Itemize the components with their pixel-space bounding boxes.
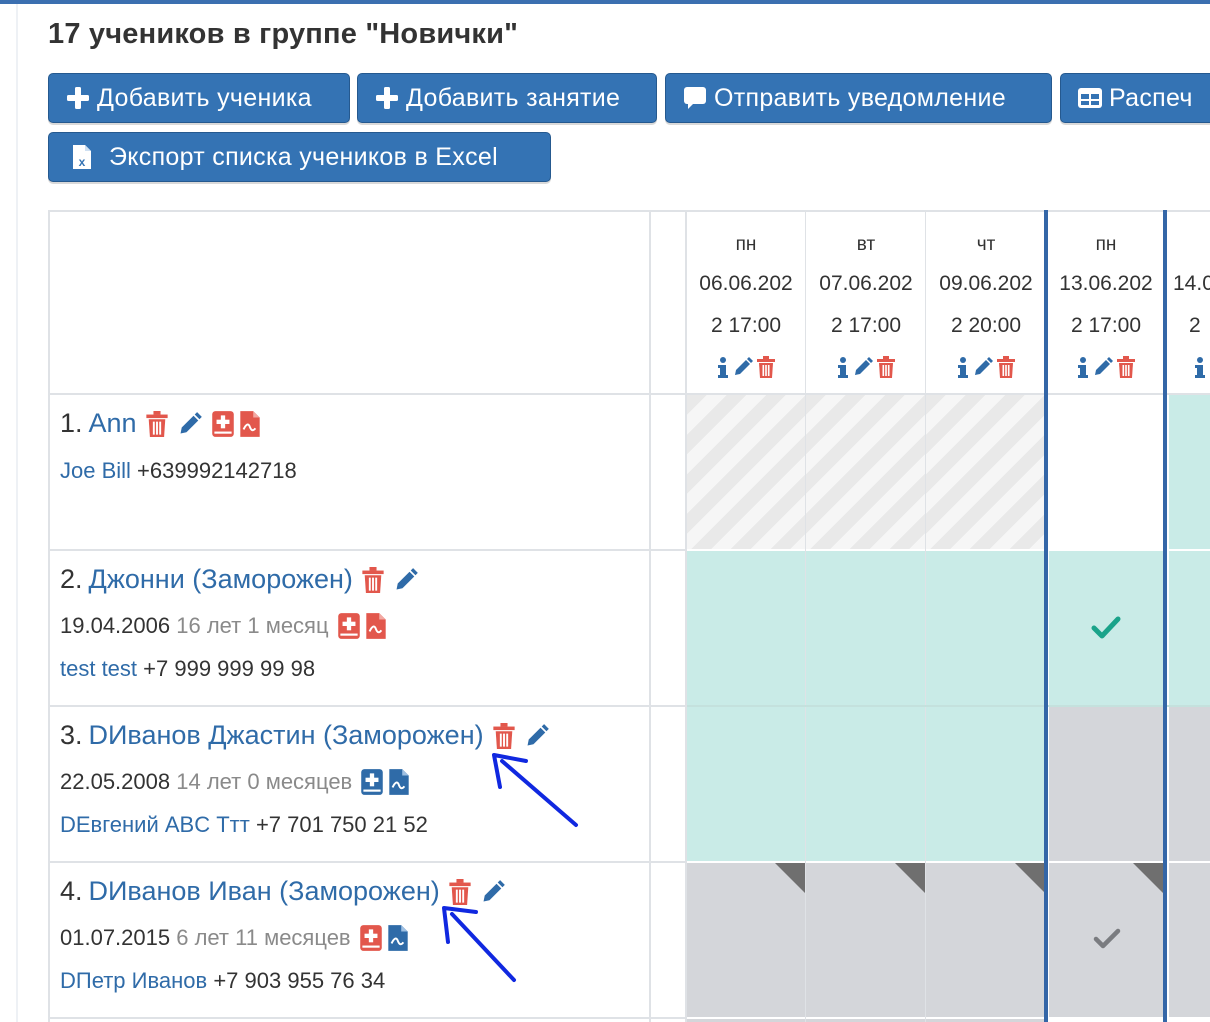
phone: +7 701 750 21 52 xyxy=(255,812,428,837)
pencil-icon[interactable] xyxy=(852,356,874,386)
student-name-link[interactable]: Ann xyxy=(89,408,137,439)
lesson-header: вт 07.06.202 2 17:00 xyxy=(807,210,925,393)
svg-text:x: x xyxy=(79,155,86,169)
student-name-link[interactable]: DИванов Иван (Заморожен) xyxy=(89,876,440,907)
phone: +639992142718 xyxy=(137,458,297,483)
attendance-cell[interactable] xyxy=(1169,707,1210,861)
page-title: 17 учеников в группе "Новички" xyxy=(48,18,519,50)
lesson-header: 14.0 2 xyxy=(1169,210,1210,393)
pencil-icon[interactable] xyxy=(1092,356,1114,386)
trash-icon[interactable] xyxy=(996,356,1016,386)
trash-icon[interactable] xyxy=(756,356,776,386)
attendance-cell[interactable] xyxy=(1049,863,1163,1017)
excel-file-icon: x xyxy=(69,144,95,170)
export-excel-button[interactable]: x Экспорт списка учеников в Excel xyxy=(48,132,551,182)
annotation-arrow xyxy=(442,906,516,982)
comment-marker xyxy=(1015,863,1045,893)
attendance-cell[interactable] xyxy=(687,707,805,861)
attendance-cell[interactable] xyxy=(687,551,805,705)
parent-link[interactable]: Joe Bill xyxy=(60,458,131,484)
birth-date: 01.07.2015 xyxy=(60,925,171,950)
medical-book-icon[interactable] xyxy=(211,410,235,438)
add-student-button[interactable]: Добавить ученика xyxy=(48,73,350,123)
age: 16 лет 1 месяц xyxy=(176,613,329,638)
parent-link[interactable]: DПетр Иванов xyxy=(60,968,207,994)
info-icon[interactable] xyxy=(1076,356,1090,386)
student-name-link[interactable]: DИванов Джастин (Заморожен) xyxy=(89,720,484,751)
info-icon[interactable] xyxy=(716,356,730,386)
attendance-cell[interactable] xyxy=(1169,551,1210,705)
attendance-cell[interactable] xyxy=(687,395,805,549)
comment-marker xyxy=(1133,863,1163,893)
age: 6 лет 11 месяцев xyxy=(176,925,351,950)
lesson-header: пн 13.06.202 2 17:00 xyxy=(1049,210,1163,393)
attendance-cell[interactable] xyxy=(926,551,1045,705)
lesson-header: чт 09.06.202 2 20:00 xyxy=(927,210,1045,393)
pencil-icon[interactable] xyxy=(177,411,203,437)
birth-date: 19.04.2006 xyxy=(60,613,171,638)
attendance-cell[interactable] xyxy=(926,863,1045,1017)
annotation-arrow xyxy=(492,753,578,827)
document-icon[interactable] xyxy=(388,768,410,796)
info-icon[interactable] xyxy=(956,356,970,386)
attendance-cell[interactable] xyxy=(806,395,925,549)
add-lesson-button[interactable]: Добавить занятие xyxy=(357,73,657,123)
comment-marker xyxy=(895,863,925,893)
comment-icon xyxy=(682,85,708,111)
attendance-cell[interactable] xyxy=(806,551,925,705)
info-icon[interactable] xyxy=(1193,356,1207,386)
check-icon xyxy=(1093,928,1121,955)
attendance-table: пн 06.06.202 2 17:00 вт 07.06.202 2 17:0… xyxy=(48,210,1210,1022)
lesson-header: пн 06.06.202 2 17:00 xyxy=(687,210,805,393)
send-notification-button[interactable]: Отправить уведомление xyxy=(665,73,1052,123)
medical-book-icon[interactable] xyxy=(360,768,384,796)
document-icon[interactable] xyxy=(387,924,409,952)
top-accent-bar xyxy=(0,0,1210,4)
attendance-cell[interactable] xyxy=(687,863,805,1017)
attendance-cell[interactable] xyxy=(806,863,925,1017)
trash-icon[interactable] xyxy=(876,356,896,386)
attendance-cell[interactable] xyxy=(1049,395,1163,549)
plus-icon xyxy=(65,85,91,111)
medical-book-icon[interactable] xyxy=(337,612,361,640)
pencil-icon[interactable] xyxy=(972,356,994,386)
document-icon[interactable] xyxy=(365,612,387,640)
attendance-cell[interactable] xyxy=(926,707,1045,861)
trash-icon[interactable] xyxy=(361,566,385,593)
attendance-cell[interactable] xyxy=(806,707,925,861)
parent-link[interactable]: DЕвгений ABC Ттт xyxy=(60,812,250,838)
age: 14 лет 0 месяцев xyxy=(176,769,353,794)
attendance-cell[interactable] xyxy=(1049,551,1163,705)
check-icon xyxy=(1091,616,1121,645)
trash-icon[interactable] xyxy=(1116,356,1136,386)
attendance-cell[interactable] xyxy=(1049,707,1163,861)
phone: +7 903 955 76 34 xyxy=(213,968,386,993)
print-schedule-button[interactable]: Распеч xyxy=(1060,73,1210,123)
trash-icon[interactable] xyxy=(145,410,169,437)
comment-marker xyxy=(775,863,805,893)
document-icon[interactable] xyxy=(239,410,261,438)
phone: +7 999 999 99 98 xyxy=(143,656,316,681)
attendance-cell[interactable] xyxy=(1169,863,1210,1017)
attendance-cell[interactable] xyxy=(926,395,1045,549)
student-name-link[interactable]: Джонни (Заморожен) xyxy=(89,564,353,595)
selected-column-border xyxy=(1044,210,1048,1022)
attendance-cell[interactable] xyxy=(1169,395,1210,549)
parent-link[interactable]: test test xyxy=(60,656,137,682)
table-icon xyxy=(1077,85,1103,111)
sidebar-edge xyxy=(16,4,18,1022)
selected-column-border xyxy=(1163,210,1167,1022)
birth-date: 22.05.2008 xyxy=(60,769,171,794)
info-icon[interactable] xyxy=(836,356,850,386)
plus-icon xyxy=(374,85,400,111)
pencil-icon[interactable] xyxy=(732,356,754,386)
medical-book-icon[interactable] xyxy=(359,924,383,952)
pencil-icon[interactable] xyxy=(393,567,419,593)
